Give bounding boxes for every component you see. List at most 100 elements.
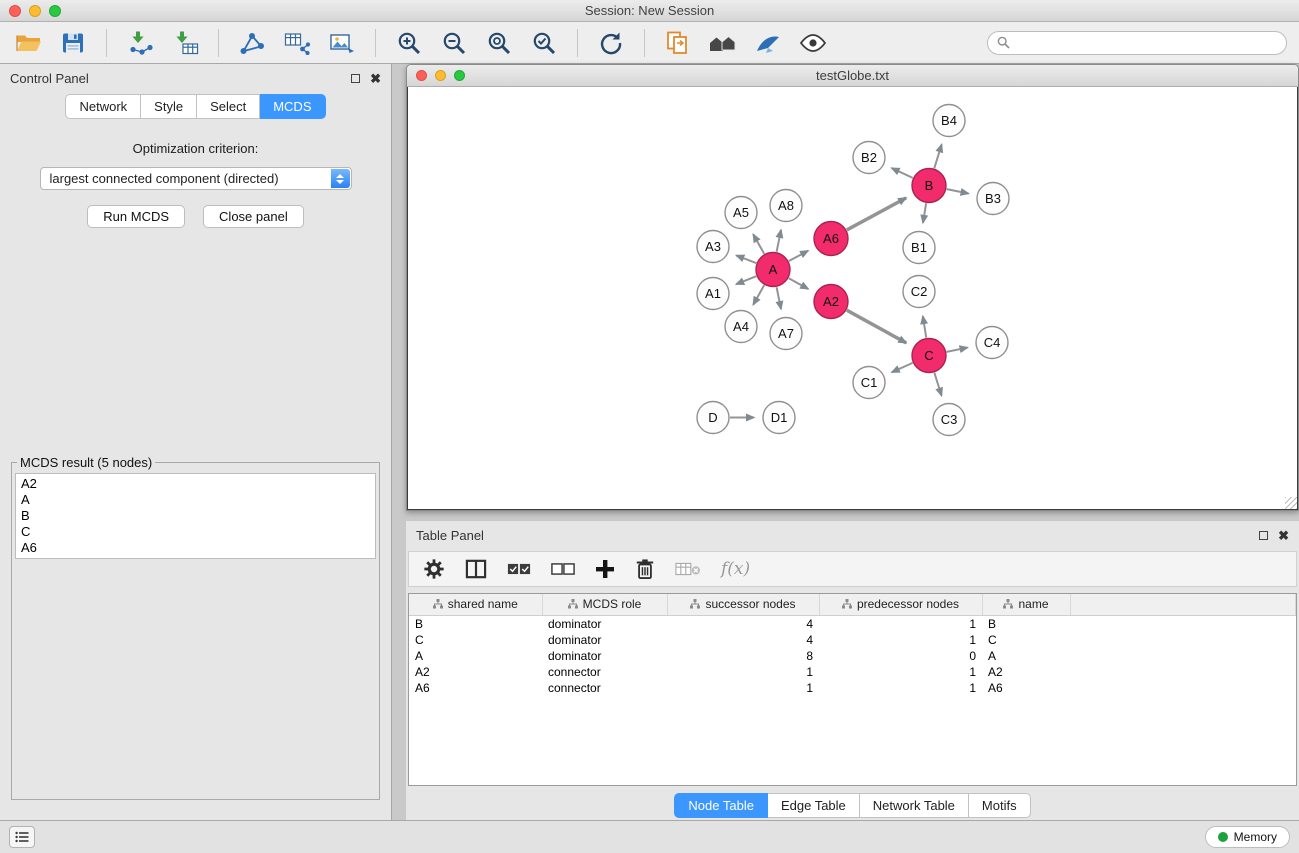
delete-row-button[interactable]: [635, 556, 655, 582]
network-window-titlebar[interactable]: testGlobe.txt: [407, 65, 1298, 87]
close-table-panel-icon[interactable]: ✖: [1278, 529, 1289, 542]
node-C1[interactable]: C1: [853, 367, 885, 399]
column-header-name[interactable]: name: [982, 594, 1070, 615]
node-C2[interactable]: C2: [903, 276, 935, 308]
zoom-selected-button[interactable]: [528, 27, 560, 59]
table-tab-edge-table[interactable]: Edge Table: [768, 793, 860, 818]
import-network-button[interactable]: [124, 27, 156, 59]
export-image-button[interactable]: [326, 27, 358, 59]
window-resize-grip[interactable]: [1285, 497, 1297, 509]
node-A3[interactable]: A3: [697, 231, 729, 263]
node-A1[interactable]: A1: [697, 278, 729, 310]
close-window-button[interactable]: [9, 5, 21, 17]
duplicate-document-button[interactable]: [662, 27, 694, 59]
float-panel-icon[interactable]: [351, 74, 360, 83]
network-close-button[interactable]: [416, 70, 427, 81]
node-B1[interactable]: B1: [903, 232, 935, 264]
zoom-in-button[interactable]: [393, 27, 425, 59]
show-hide-button[interactable]: [797, 27, 829, 59]
column-header-successor-nodes[interactable]: successor nodes: [667, 594, 819, 615]
new-network-button[interactable]: [236, 27, 268, 59]
edge-A-A7[interactable]: [777, 287, 781, 309]
zoom-window-button[interactable]: [49, 5, 61, 17]
dropdown-stepper-icon[interactable]: [331, 169, 350, 188]
table-row[interactable]: Bdominator41B: [409, 615, 1296, 632]
edge-A-A8[interactable]: [777, 230, 781, 252]
edge-A-A3[interactable]: [736, 255, 756, 263]
result-item[interactable]: A2: [21, 476, 370, 492]
tab-select[interactable]: Select: [197, 94, 260, 119]
node-B4[interactable]: B4: [933, 105, 965, 137]
apply-style-button[interactable]: [752, 27, 784, 59]
home-button[interactable]: [707, 27, 739, 59]
network-minimize-button[interactable]: [435, 70, 446, 81]
node-B[interactable]: B: [912, 169, 946, 203]
select-all-button[interactable]: [507, 556, 531, 582]
network-canvas[interactable]: B4B2BB3A8A5A6A3B1AA1C2A2A4A7C4CC1C3DD1: [407, 87, 1298, 510]
edge-C-C2[interactable]: [923, 316, 926, 338]
edge-C-C1[interactable]: [892, 363, 913, 372]
search-box[interactable]: [987, 31, 1287, 55]
edge-B-B1[interactable]: [923, 203, 926, 223]
node-A[interactable]: A: [756, 253, 790, 287]
node-B2[interactable]: B2: [853, 142, 885, 174]
node-D[interactable]: D: [697, 402, 729, 434]
column-header-predecessor-nodes[interactable]: predecessor nodes: [819, 594, 982, 615]
result-item[interactable]: B: [21, 508, 370, 524]
node-A6[interactable]: A6: [814, 222, 848, 256]
table-row[interactable]: Adominator80A: [409, 648, 1296, 664]
zoom-fit-button[interactable]: [483, 27, 515, 59]
edge-B-B4[interactable]: [934, 144, 941, 168]
result-item[interactable]: A6: [21, 540, 370, 556]
show-columns-button[interactable]: [465, 556, 487, 582]
table-row[interactable]: A2connector11A2: [409, 664, 1296, 680]
node-A7[interactable]: A7: [770, 318, 802, 350]
unselect-all-button[interactable]: [551, 556, 575, 582]
node-C3[interactable]: C3: [933, 404, 965, 436]
new-network-from-table-button[interactable]: [281, 27, 313, 59]
edge-A-A1[interactable]: [736, 276, 756, 284]
edge-A2-C[interactable]: [847, 310, 906, 343]
node-C[interactable]: C: [912, 339, 946, 373]
table-settings-button[interactable]: [423, 556, 445, 582]
minimize-window-button[interactable]: [29, 5, 41, 17]
edge-A-A5[interactable]: [753, 234, 764, 254]
result-item[interactable]: A: [21, 492, 370, 508]
table-tab-node-table[interactable]: Node Table: [674, 793, 768, 818]
node-A8[interactable]: A8: [770, 190, 802, 222]
criterion-dropdown[interactable]: largest connected component (directed): [40, 167, 352, 190]
zoom-out-button[interactable]: [438, 27, 470, 59]
table-row[interactable]: Cdominator41C: [409, 632, 1296, 648]
table-tab-motifs[interactable]: Motifs: [969, 793, 1031, 818]
node-table-container[interactable]: shared nameMCDS rolesuccessor nodesprede…: [408, 593, 1297, 786]
tab-style[interactable]: Style: [141, 94, 197, 119]
delete-table-button[interactable]: [675, 556, 701, 582]
edge-A-A4[interactable]: [753, 285, 764, 305]
edge-B-B2[interactable]: [892, 168, 913, 178]
edge-A-A2[interactable]: [789, 278, 808, 289]
node-A5[interactable]: A5: [725, 197, 757, 229]
edge-A-A6[interactable]: [789, 251, 808, 261]
float-table-panel-icon[interactable]: [1259, 531, 1268, 540]
node-A2[interactable]: A2: [814, 285, 848, 319]
open-session-button[interactable]: [12, 27, 44, 59]
refresh-button[interactable]: [595, 27, 627, 59]
show-panels-button[interactable]: [9, 826, 35, 848]
network-zoom-button[interactable]: [454, 70, 465, 81]
function-builder-button[interactable]: f(x): [721, 556, 750, 582]
close-panel-button[interactable]: Close panel: [203, 205, 304, 228]
import-table-button[interactable]: [169, 27, 201, 59]
tab-mcds[interactable]: MCDS: [260, 94, 325, 119]
save-session-button[interactable]: [57, 27, 89, 59]
table-row[interactable]: A6connector11A6: [409, 680, 1296, 696]
edge-B-B3[interactable]: [947, 189, 969, 193]
edge-A6-B[interactable]: [847, 198, 906, 230]
column-header-MCDS-role[interactable]: MCDS role: [542, 594, 667, 615]
close-panel-icon[interactable]: ✖: [370, 72, 381, 85]
run-mcds-button[interactable]: Run MCDS: [87, 205, 185, 228]
mcds-result-list[interactable]: A2ABCA6: [15, 473, 376, 559]
table-tab-network-table[interactable]: Network Table: [860, 793, 969, 818]
edge-C-C3[interactable]: [934, 373, 941, 396]
add-row-button[interactable]: [595, 556, 615, 582]
column-header-shared-name[interactable]: shared name: [409, 594, 542, 615]
